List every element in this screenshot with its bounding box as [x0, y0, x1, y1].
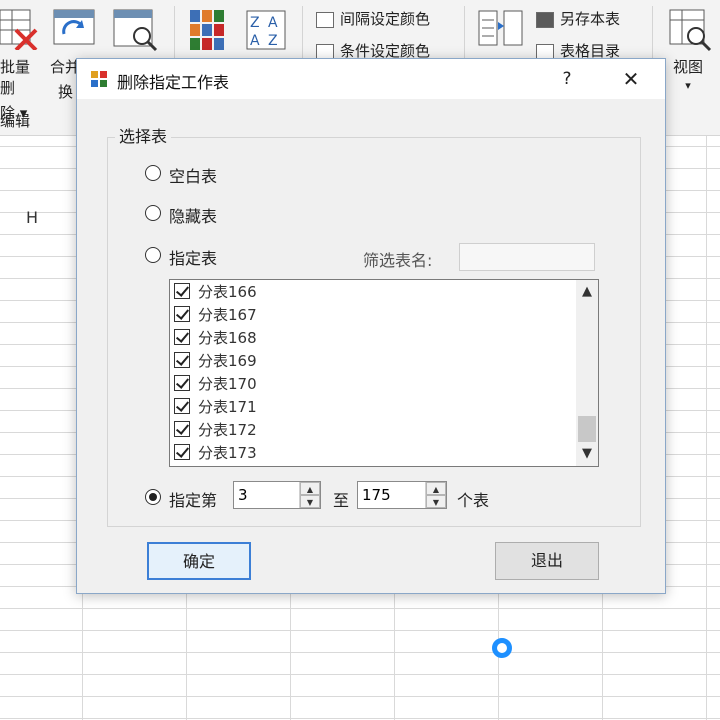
dialog-titlebar[interactable]: 删除指定工作表 ? ✕ — [77, 59, 665, 99]
svg-text:Z: Z — [250, 15, 260, 31]
range-to-stepper[interactable]: ▲▼ — [357, 481, 447, 509]
filter-name-input[interactable] — [459, 243, 595, 271]
help-button[interactable]: ? — [555, 67, 579, 91]
spin-up-icon[interactable]: ▲ — [426, 482, 446, 495]
radio-hidden-sheets[interactable] — [145, 205, 161, 221]
loading-spinner-icon — [492, 638, 512, 658]
spin-down-icon[interactable]: ▼ — [426, 495, 446, 508]
list-transfer-icon[interactable] — [478, 10, 524, 50]
list-item-label: 分表167 — [198, 306, 257, 324]
app-icon — [91, 71, 107, 87]
dialog-title: 删除指定工作表 — [117, 73, 230, 92]
range-from-spin[interactable]: ▲ ▼ — [299, 482, 320, 508]
batch-delete-label-1: 批量删 — [0, 58, 31, 97]
radio-range-sheets[interactable] — [145, 489, 161, 505]
group-label: 选择表 — [115, 123, 172, 147]
radio-blank-sheets[interactable] — [145, 165, 161, 181]
close-button[interactable]: ✕ — [617, 67, 645, 91]
view-icon[interactable] — [668, 8, 712, 52]
column-header-h[interactable]: H — [26, 208, 38, 227]
svg-text:A: A — [250, 33, 260, 49]
radio-range-label[interactable]: 指定第 — [169, 487, 217, 511]
radio-blank-label[interactable]: 空白表 — [169, 163, 217, 187]
range-to-input[interactable] — [358, 482, 428, 508]
list-item-label: 分表171 — [198, 398, 257, 416]
color-tiles-icon[interactable] — [190, 10, 226, 50]
filter-label: 筛选表名: — [363, 251, 433, 270]
save-sheet-label: 另存本表 — [560, 10, 621, 28]
range-from-input[interactable] — [234, 482, 304, 508]
ok-button[interactable]: 确定 — [147, 542, 251, 580]
svg-text:A: A — [268, 15, 278, 31]
radio-specified-sheets[interactable] — [145, 247, 161, 263]
view-label[interactable]: 视图 ▾ — [668, 56, 708, 92]
checkbox-checked[interactable] — [174, 444, 190, 460]
svg-text:Z: Z — [268, 33, 278, 49]
list-item-label: 分表173 — [198, 444, 257, 462]
grid-icon — [316, 11, 334, 28]
range-from-stepper[interactable]: ▲▼ — [233, 481, 321, 509]
range-to-spin[interactable]: ▲ ▼ — [425, 482, 446, 508]
checkbox-checked[interactable] — [174, 421, 190, 437]
save-icon — [536, 11, 554, 28]
sheet-listbox[interactable]: 分表166 分表167 分表168 分表169 分表170 分表171 分表17… — [169, 279, 599, 467]
chevron-down-icon: ▾ — [685, 79, 691, 92]
interval-color-button[interactable]: 间隔设定颜色 — [316, 8, 430, 29]
spin-up-icon[interactable]: ▲ — [300, 482, 320, 495]
exit-button[interactable]: 退出 — [495, 542, 599, 580]
list-scrollbar[interactable]: ▲ ▼ — [576, 280, 598, 466]
list-item-label: 分表169 — [198, 352, 257, 370]
range-to-label: 至 — [333, 491, 350, 510]
sort-az-icon[interactable]: ZAAZ — [246, 10, 286, 50]
scroll-up-icon[interactable]: ▲ — [576, 282, 598, 302]
range-suffix-label: 个表 — [457, 491, 490, 510]
checkbox-checked[interactable] — [174, 306, 190, 322]
checkbox-checked[interactable] — [174, 352, 190, 368]
interval-color-label: 间隔设定颜色 — [340, 10, 431, 28]
batch-delete-icon[interactable] — [0, 6, 40, 52]
list-item-label: 分表172 — [198, 421, 257, 439]
merge-sheets-icon[interactable] — [52, 8, 96, 48]
list-item-label: 分表166 — [198, 283, 257, 301]
radio-hidden-label[interactable]: 隐藏表 — [169, 203, 217, 227]
scroll-down-icon[interactable]: ▼ — [576, 444, 598, 464]
find-sheet-icon[interactable] — [112, 8, 160, 52]
checkbox-checked[interactable] — [174, 283, 190, 299]
list-item-label: 分表170 — [198, 375, 257, 393]
edit-group-label: 编辑 — [0, 112, 31, 130]
delete-sheets-dialog: 删除指定工作表 ? ✕ 选择表 空白表 隐藏表 指定表 筛选表名: 分表166 … — [76, 58, 666, 594]
spin-down-icon[interactable]: ▼ — [300, 495, 320, 508]
checkbox-checked[interactable] — [174, 398, 190, 414]
checkbox-checked[interactable] — [174, 329, 190, 345]
scroll-thumb[interactable] — [578, 416, 596, 442]
radio-specified-label[interactable]: 指定表 — [169, 245, 217, 269]
list-item-label: 分表168 — [198, 329, 257, 347]
checkbox-checked[interactable] — [174, 375, 190, 391]
save-sheet-button[interactable]: 另存本表 — [536, 8, 620, 29]
view-text: 视图 — [672, 58, 703, 76]
